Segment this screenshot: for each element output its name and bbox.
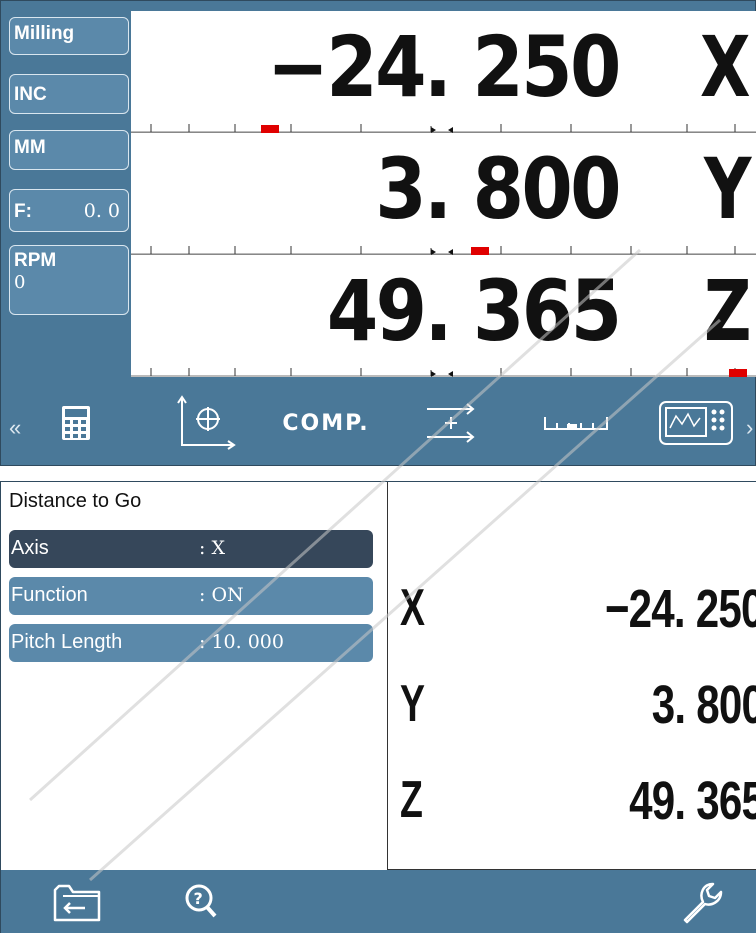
setting-label: Pitch Length [11,631,123,653]
mode-button[interactable]: Milling [9,17,129,55]
unit-label: MM [14,137,46,158]
chevron-left-icon[interactable]: « [9,415,21,441]
svg-text:?: ? [194,889,203,908]
setting-label: Function [11,584,88,606]
page-title: Distance to Go [9,490,142,512]
feed-button[interactable]: F: 0. 0 [9,189,129,232]
dtg-letter-z: Z [400,771,423,829]
chevron-right-icon[interactable]: › [746,415,753,441]
inc-abs-button[interactable]: INC [9,74,129,114]
axis-row-x[interactable]: −24. 250 X [131,11,756,133]
setting-label: Axis [11,537,49,559]
settings-list: Distance to Go Axis : X Function : ON Pi… [1,482,387,870]
dtg-value-y: 3. 800 [651,675,756,735]
setting-value: : X [199,537,225,559]
inc-label: INC [14,84,47,105]
dro-display-icon[interactable] [656,379,736,467]
dtg-readout: X −24. 250 Y 3. 800 Z 49. 365 [387,482,756,870]
ruler-icon[interactable] [536,379,616,467]
setting-value: : ON [199,584,244,606]
axis-row-y[interactable]: 3. 800 Y [131,133,756,255]
axis-letter-x: X [700,18,751,116]
help-search-icon[interactable]: ? [171,870,231,933]
mode-label: Milling [14,23,75,44]
axis-value-z: 49. 365 [326,262,621,360]
setting-row-pitch-length[interactable]: Pitch Length : 10. 000 [9,624,373,662]
rpm-value: 0 [14,272,26,293]
axis-value-x: −24. 250 [267,18,621,116]
dro-main-panel: Milling INC MM F: 0. 0 RPM 0 −24. 250 X [0,0,756,466]
axis-display: −24. 250 X 3. 800 Y 49. 365 Z [131,11,756,377]
dtg-row-z: Z 49. 365 [388,774,756,834]
axis-scale-y [131,241,756,255]
dtg-letter-y: Y [400,675,425,733]
coordinate-origin-icon[interactable] [171,379,241,467]
axis-letter-z: Z [704,262,752,360]
calculator-icon[interactable] [51,379,101,467]
axis-marker-y [471,247,489,255]
dtg-value-x: −24. 250 [605,579,756,639]
axis-marker-z [729,369,747,377]
comp-label: COMP. [282,410,370,436]
rpm-label: RPM [14,250,57,271]
plus-tolerance-icon[interactable] [421,379,481,467]
feed-label: F: [14,201,32,222]
dtg-letter-x: X [400,579,425,637]
dtg-row-x: X −24. 250 [388,582,756,642]
axis-letter-y: Y [704,140,752,238]
setting-row-function[interactable]: Function : ON [9,577,373,615]
distance-to-go-panel: Distance to Go Axis : X Function : ON Pi… [0,481,756,933]
axis-row-z[interactable]: 49. 365 Z [131,255,756,377]
wrench-icon[interactable] [671,870,731,933]
rpm-button[interactable]: RPM 0 [9,245,129,315]
setting-row-axis[interactable]: Axis : X [9,530,373,568]
bottom-toolbar: ? [1,870,756,933]
axis-value-y: 3. 800 [375,140,621,238]
back-folder-icon[interactable] [47,870,107,933]
axis-scale-z [131,363,756,377]
axis-scale-x [131,119,756,133]
unit-button[interactable]: MM [9,130,129,170]
dtg-row-y: Y 3. 800 [388,678,756,738]
top-toolbar: « COMP. › [1,379,756,467]
axis-marker-x [261,125,279,133]
comp-button[interactable]: COMP. [271,379,381,467]
feed-value: 0. 0 [83,200,120,222]
dtg-value-z: 49. 365 [628,771,756,831]
setting-value: : 10. 000 [199,631,284,653]
